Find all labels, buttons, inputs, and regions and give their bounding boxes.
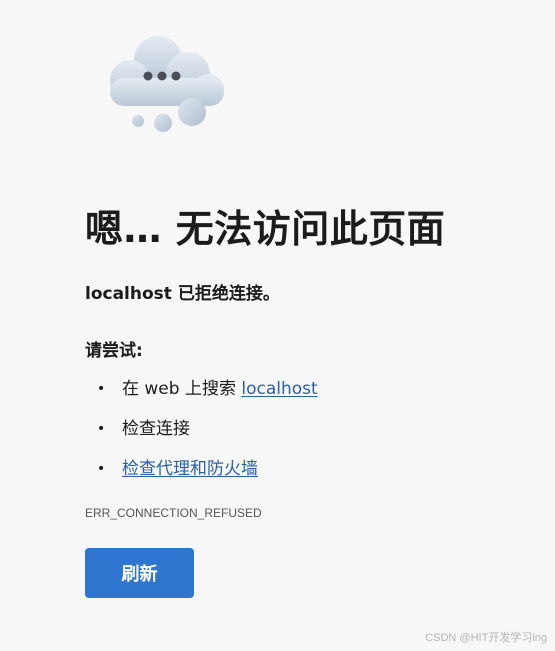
suggestion-check-connection: • 检查连接 <box>85 416 318 456</box>
suggestion-search: • 在 web 上搜索 localhost <box>85 376 318 416</box>
watermark: CSDN @HIT开发学习ing <box>425 632 547 644</box>
thinking-cloud-icon <box>110 36 224 132</box>
suggestion-list: • 在 web 上搜索 localhost • 检查连接 • 检查代理和防火墙 <box>85 376 318 496</box>
page-title: 嗯… 无法访问此页面 <box>85 207 446 251</box>
check-proxy-firewall-link[interactable]: 检查代理和防火墙 <box>122 459 258 479</box>
search-localhost-link[interactable]: localhost <box>241 379 317 399</box>
suggestion-search-prefix: 在 web 上搜索 <box>122 379 242 399</box>
bullet-icon: • <box>97 381 106 397</box>
refresh-button[interactable]: 刷新 <box>85 548 194 598</box>
error-subtitle: localhost 已拒绝连接。 <box>85 284 280 304</box>
try-heading: 请尝试: <box>85 341 143 361</box>
suggestion-check-proxy: • 检查代理和防火墙 <box>85 456 318 496</box>
suggestion-check-connection-text: 检查连接 <box>122 419 190 439</box>
bullet-icon: • <box>97 421 106 437</box>
error-code: ERR_CONNECTION_REFUSED <box>85 506 262 520</box>
bullet-icon: • <box>97 461 106 477</box>
